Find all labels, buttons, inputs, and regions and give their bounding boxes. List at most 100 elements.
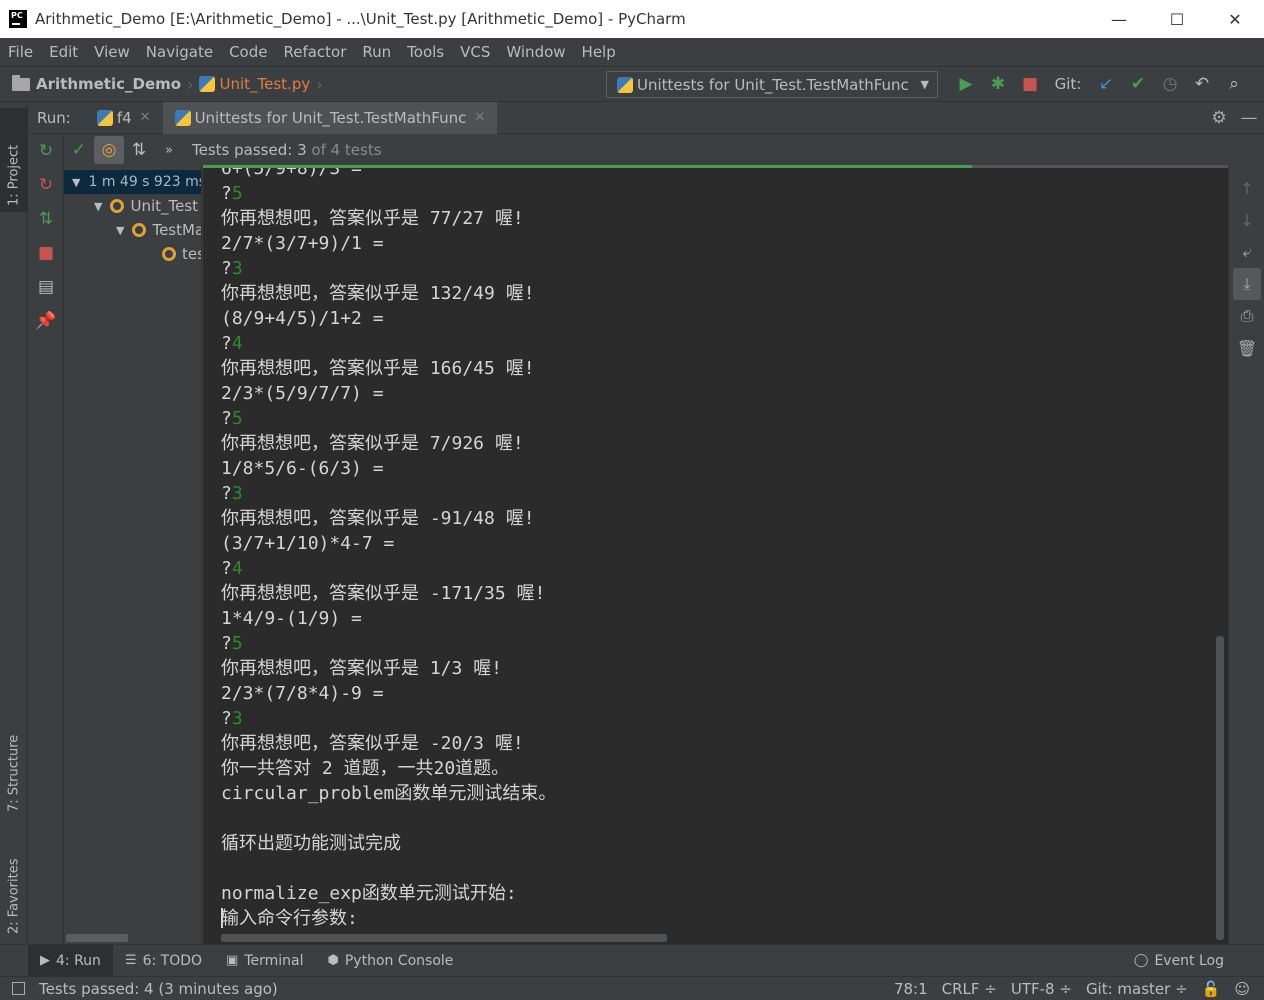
- search-icon[interactable]: ⌕: [1218, 74, 1250, 94]
- tab-project[interactable]: 1: Project: [0, 108, 28, 212]
- console-line-text: 循环出题功能测试完成: [221, 833, 401, 854]
- main-toolbar: ▶ ✱ ■ Git: ↙ ✔ ◷ ↶ ⌕: [950, 67, 1250, 101]
- tree-item-unit-test[interactable]: ▼ Unit_Test: [94, 194, 198, 218]
- menu-tools[interactable]: Tools: [407, 43, 444, 61]
- revert-icon[interactable]: ↶: [1186, 74, 1218, 94]
- stop-icon[interactable]: ■: [1014, 74, 1046, 94]
- toggle-tool-windows-icon[interactable]: [12, 982, 25, 995]
- tab-structure[interactable]: 7: Structure: [0, 708, 28, 812]
- debug-icon[interactable]: ✱: [982, 74, 1014, 94]
- tab-python-console[interactable]: ⬢ Python Console: [316, 945, 466, 977]
- sort-icon[interactable]: ⇅: [124, 136, 154, 164]
- show-ignored-icon[interactable]: ◎: [94, 136, 124, 164]
- console-line-text: 你一共答对 2 道题，一共20道题。: [221, 758, 510, 779]
- tab-terminal-label: Terminal: [244, 952, 304, 969]
- menu-vcs[interactable]: VCS: [460, 43, 490, 61]
- tree-item-test[interactable]: test: [162, 242, 201, 266]
- pin-icon[interactable]: 📌: [28, 304, 64, 338]
- run-tab-f4[interactable]: f4 ✕: [85, 102, 163, 134]
- menu-view[interactable]: View: [94, 43, 130, 61]
- menu-window[interactable]: Window: [506, 43, 565, 61]
- test-status-passed: 3: [297, 141, 307, 159]
- menu-code[interactable]: Code: [229, 43, 267, 61]
- gear-icon[interactable]: ⚙: [1204, 108, 1234, 128]
- console-output[interactable]: 6+(5/9+8)/3 = ?5 你再想想吧，答案似乎是 77/27 喔! 2/7*(…: [203, 168, 1228, 944]
- console-user-input: 3: [231, 258, 243, 279]
- console-vertical-scrollbar[interactable]: [1216, 636, 1224, 940]
- git-update-icon[interactable]: ↙: [1090, 74, 1122, 94]
- print-icon[interactable]: ⎙: [1229, 300, 1264, 332]
- menu-edit[interactable]: Edit: [49, 43, 78, 61]
- console-line-text: circular_problem函数单元测试结束。: [221, 783, 557, 804]
- menu-file[interactable]: File: [8, 43, 33, 61]
- lock-icon[interactable]: 🔓: [1202, 980, 1221, 998]
- tree-root[interactable]: ▼ 1 m 49 s 923 ms: [64, 170, 201, 194]
- line-separator[interactable]: CRLF ÷: [942, 980, 997, 998]
- up-arrow-icon[interactable]: ↑: [1229, 172, 1264, 204]
- close-icon[interactable]: ✕: [140, 110, 151, 125]
- status-message-area: Tests passed: 4 (3 minutes ago): [12, 980, 278, 998]
- console-user-input: 5: [231, 408, 243, 429]
- scroll-to-end-icon[interactable]: ⤓: [1233, 268, 1261, 300]
- stop-icon[interactable]: ■: [28, 236, 64, 270]
- expand-triangle-icon[interactable]: ▼: [94, 200, 102, 213]
- console-right-toolbar: ↑ ↓ ⤶ ⤓ ⎙ 🗑: [1228, 166, 1264, 944]
- menu-run[interactable]: Run: [362, 43, 391, 61]
- git-history-icon[interactable]: ◷: [1154, 74, 1186, 94]
- console-line: 1/8*5/6-(6/3) =: [221, 456, 556, 481]
- console-line-text: 你再想想吧，答案似乎是 132/49 喔!: [221, 283, 535, 304]
- caret-position[interactable]: 78:1: [894, 980, 928, 998]
- expand-triangle-icon[interactable]: ▼: [116, 224, 124, 237]
- expand-triangle-icon[interactable]: ▼: [72, 176, 80, 189]
- run-tab-unittests[interactable]: Unittests for Unit_Test.TestMathFunc ✕: [162, 101, 498, 134]
- rerun-icon[interactable]: ↻: [28, 134, 64, 168]
- toggle-auto-test-icon[interactable]: ⇅: [28, 202, 64, 236]
- layout-icon[interactable]: ▤: [28, 270, 64, 304]
- console-line: 6+(5/9+8)/3 =: [221, 168, 556, 181]
- left-tool-strip: 1: Project 7: Structure 2: Favorites: [0, 102, 28, 944]
- minimize-button[interactable]: —: [1090, 0, 1148, 38]
- more-chevron-icon[interactable]: »: [154, 136, 184, 164]
- breadcrumb-file[interactable]: Unit_Test.py: [219, 75, 310, 93]
- git-branch[interactable]: Git: master ÷: [1086, 980, 1188, 998]
- tree-item-label: TestMathFunc: [152, 221, 202, 239]
- soft-wrap-icon[interactable]: ⤶: [1229, 236, 1264, 268]
- menu-refactor[interactable]: Refactor: [283, 43, 346, 61]
- tab-run[interactable]: ▶ 4: Run: [28, 944, 113, 977]
- console-user-input: 5: [231, 633, 243, 654]
- inspector-icon[interactable]: ☺: [1234, 980, 1250, 998]
- test-ignored-icon: [132, 223, 147, 237]
- tab-todo[interactable]: ☰ 6: TODO: [113, 945, 214, 977]
- console-line-text: 输入命令行参数:: [221, 908, 358, 929]
- menu-bar: File Edit View Navigate Code Refactor Ru…: [0, 38, 1264, 66]
- console-line: ?3: [221, 706, 556, 731]
- tab-python-console-label: Python Console: [344, 952, 454, 969]
- git-commit-icon[interactable]: ✔: [1122, 74, 1154, 94]
- maximize-button[interactable]: ☐: [1148, 0, 1206, 38]
- breadcrumb-separator-icon: ›: [187, 74, 194, 94]
- tab-favorites[interactable]: 2: Favorites: [0, 830, 28, 934]
- down-arrow-icon[interactable]: ↓: [1229, 204, 1264, 236]
- console-horizontal-scrollbar[interactable]: [221, 934, 667, 942]
- tab-event-log[interactable]: ◯ Event Log: [1122, 945, 1236, 977]
- console-line-text: ?: [221, 633, 232, 654]
- close-button[interactable]: ✕: [1206, 0, 1264, 38]
- close-icon[interactable]: ✕: [474, 110, 485, 125]
- rerun-failed-icon[interactable]: ↻: [28, 168, 64, 202]
- tree-horizontal-scrollbar[interactable]: [66, 934, 128, 942]
- tree-item-testmathfunc[interactable]: ▼ TestMathFunc: [116, 218, 202, 242]
- console-line: (8/9+4/5)/1+2 =: [221, 306, 556, 331]
- show-passed-icon[interactable]: ✓: [64, 136, 94, 164]
- tab-terminal[interactable]: ▣ Terminal: [214, 945, 315, 977]
- file-encoding[interactable]: UTF-8 ÷: [1011, 980, 1072, 998]
- status-message[interactable]: Tests passed: 4 (3 minutes ago): [39, 980, 278, 998]
- hide-icon[interactable]: —: [1234, 108, 1264, 128]
- menu-navigate[interactable]: Navigate: [146, 43, 213, 61]
- menu-help[interactable]: Help: [582, 43, 616, 61]
- console-line: ?5: [221, 181, 556, 206]
- breadcrumb-project[interactable]: Arithmetic_Demo: [36, 75, 181, 93]
- run-icon[interactable]: ▶: [950, 74, 982, 94]
- trash-icon[interactable]: 🗑: [1229, 332, 1264, 364]
- run-configuration-select[interactable]: Unittests for Unit_Test.TestMathFunc ▼: [606, 71, 938, 98]
- console-line-text: 你再想想吧，答案似乎是 77/27 喔!: [221, 208, 524, 229]
